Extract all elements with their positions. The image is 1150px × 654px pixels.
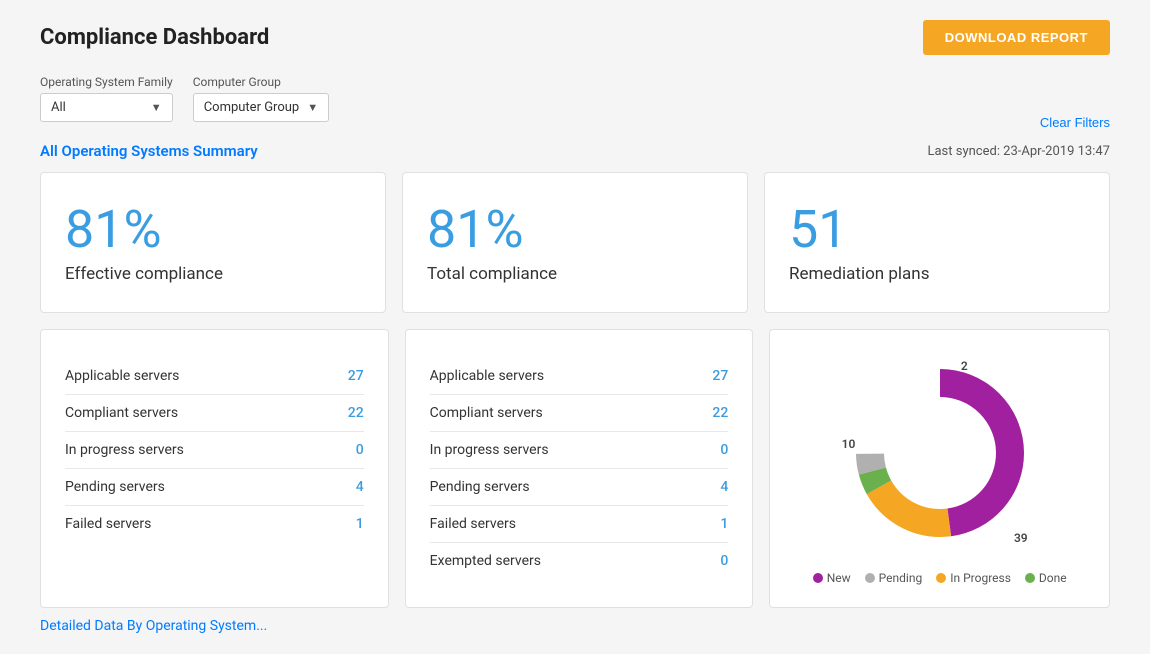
os-family-label: Operating System Family (40, 75, 173, 89)
mid-stat-table: Applicable servers 27 Compliant servers … (430, 358, 729, 579)
effective-compliance-number: 81% (65, 201, 361, 258)
in-progress-dot-icon (936, 573, 946, 583)
last-synced: Last synced: 23-Apr-2019 13:47 (927, 144, 1110, 159)
legend-pending: Pending (865, 571, 923, 585)
total-compliance-label: Total compliance (427, 264, 723, 284)
remediation-plans-card: 51 Remediation plans (764, 172, 1110, 313)
donut-label-10: 10 (842, 437, 856, 451)
legend-done: Done (1025, 571, 1067, 585)
left-stats-card: Applicable servers 27 Compliant servers … (40, 329, 389, 608)
clear-filters-button[interactable]: Clear Filters (1040, 115, 1110, 130)
table-row: Compliant servers 22 (65, 395, 364, 432)
done-dot-icon (1025, 573, 1035, 583)
download-report-button[interactable]: DOWNLOAD REPORT (923, 20, 1110, 55)
remediation-plans-number: 51 (789, 201, 1085, 258)
pending-dot-icon (865, 573, 875, 583)
donut-label-2: 2 (961, 359, 968, 373)
bottom-cards-row: Applicable servers 27 Compliant servers … (40, 329, 1110, 608)
page-title: Compliance Dashboard (40, 25, 269, 50)
table-row: Applicable servers 27 (430, 358, 729, 395)
new-dot-icon (813, 573, 823, 583)
total-compliance-number: 81% (427, 201, 723, 258)
table-row: Failed servers 1 (430, 506, 729, 543)
donut-legend: New Pending In Progress Done (813, 571, 1067, 585)
mid-stats-card: Applicable servers 27 Compliant servers … (405, 329, 754, 608)
table-row: Compliant servers 22 (430, 395, 729, 432)
computer-group-chevron-icon: ▼ (307, 101, 318, 114)
table-row: In progress servers 0 (65, 432, 364, 469)
table-row: Exempted servers 0 (430, 543, 729, 579)
donut-label-39: 39 (1014, 531, 1028, 545)
remediation-plans-label: Remediation plans (789, 264, 1085, 284)
legend-in-progress: In Progress (936, 571, 1011, 585)
total-compliance-card: 81% Total compliance (402, 172, 748, 313)
os-family-select[interactable]: All ▼ (40, 93, 173, 122)
bottom-link[interactable]: Detailed Data By Operating System... (40, 618, 267, 634)
legend-in-progress-label: In Progress (950, 571, 1011, 585)
effective-compliance-label: Effective compliance (65, 264, 361, 284)
os-family-chevron-icon: ▼ (151, 101, 162, 114)
legend-new-label: New (827, 571, 851, 585)
effective-compliance-card: 81% Effective compliance (40, 172, 386, 313)
computer-group-value: Computer Group (204, 100, 300, 115)
os-family-value: All (51, 100, 66, 115)
donut-chart: 39 10 2 (840, 353, 1040, 553)
top-cards-row: 81% Effective compliance 81% Total compl… (40, 172, 1110, 313)
os-family-filter: Operating System Family All ▼ (40, 75, 173, 122)
legend-pending-label: Pending (879, 571, 923, 585)
donut-chart-card: 39 10 2 New Pending In Progress (769, 329, 1110, 608)
table-row: In progress servers 0 (430, 432, 729, 469)
left-stat-table: Applicable servers 27 Compliant servers … (65, 358, 364, 542)
summary-title: All Operating Systems Summary (40, 142, 258, 160)
legend-new: New (813, 571, 851, 585)
computer-group-select[interactable]: Computer Group ▼ (193, 93, 329, 122)
table-row: Applicable servers 27 (65, 358, 364, 395)
computer-group-label: Computer Group (193, 75, 329, 89)
computer-group-filter: Computer Group Computer Group ▼ (193, 75, 329, 122)
table-row: Failed servers 1 (65, 506, 364, 542)
legend-done-label: Done (1039, 571, 1067, 585)
table-row: Pending servers 4 (65, 469, 364, 506)
table-row: Pending servers 4 (430, 469, 729, 506)
